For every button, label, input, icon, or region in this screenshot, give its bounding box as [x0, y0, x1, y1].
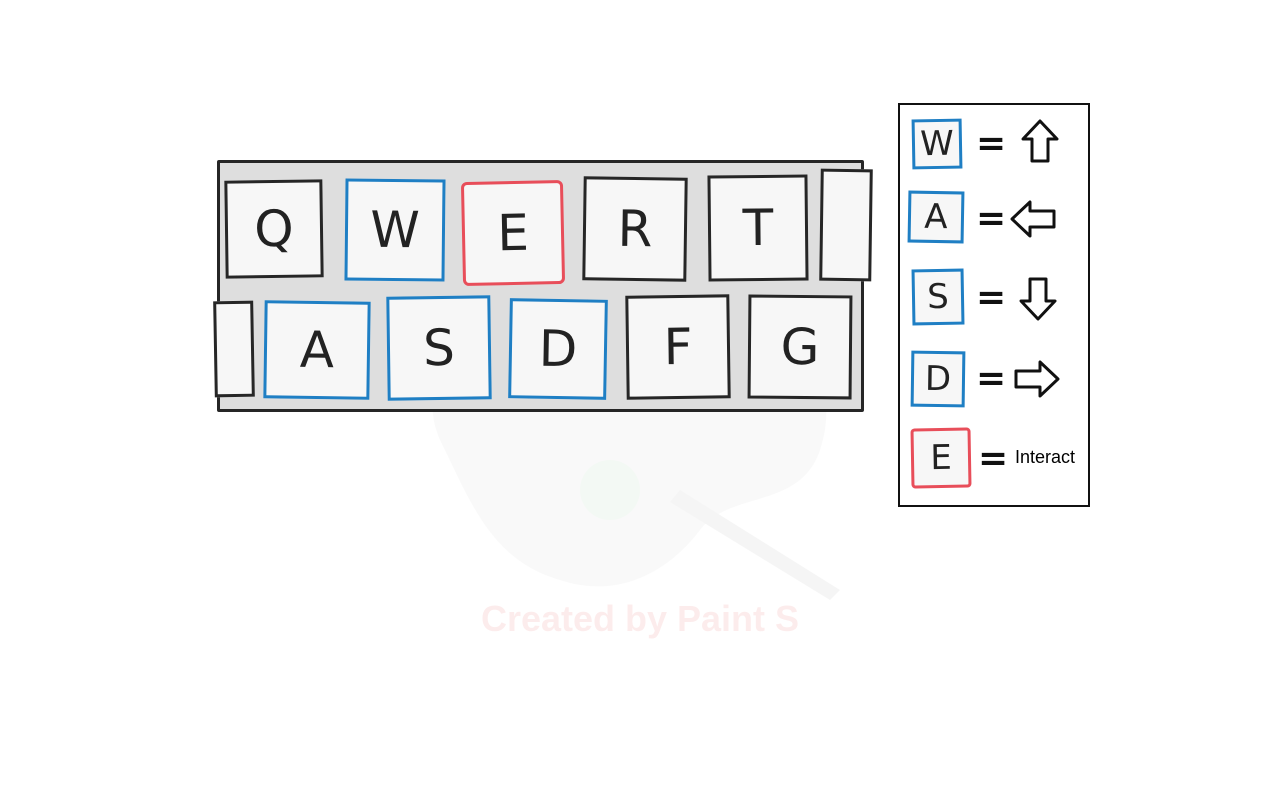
arrow-down-icon: [1019, 277, 1057, 321]
key-partial-right: [819, 168, 873, 282]
key-w: W: [344, 178, 446, 282]
keyboard-panel: Q W E R T A S D F G: [213, 160, 873, 412]
arrow-right-icon: [1014, 360, 1060, 398]
legend-key-w: W: [911, 118, 963, 170]
key-g: G: [747, 294, 853, 400]
arrow-left-icon: [1010, 200, 1056, 238]
key-d: D: [508, 298, 608, 400]
controls-legend: W = A = S = D = E = Interact: [898, 103, 1090, 507]
interact-label: Interact: [1015, 447, 1076, 467]
legend-key-e: E: [910, 427, 972, 489]
legend-equals-sign: =: [976, 358, 1007, 399]
legend-equals-sign: =: [976, 198, 1007, 239]
key-r: R: [582, 176, 688, 282]
key-s: S: [386, 295, 492, 401]
key-f: F: [625, 294, 731, 400]
key-q: Q: [224, 179, 324, 279]
key-partial-left: [213, 300, 255, 398]
arrow-up-icon: [1021, 119, 1059, 163]
legend-key-d: D: [910, 350, 966, 408]
key-e: E: [460, 179, 566, 287]
legend-equals-sign: =: [976, 123, 1007, 164]
legend-equals-sign: =: [978, 438, 1009, 479]
key-a: A: [263, 300, 371, 400]
legend-equals-sign: =: [976, 277, 1007, 318]
legend-key-a: A: [907, 190, 965, 244]
key-t: T: [707, 174, 809, 282]
watermark-text: Created by Paint S: [480, 598, 800, 639]
legend-key-s: S: [911, 268, 965, 326]
